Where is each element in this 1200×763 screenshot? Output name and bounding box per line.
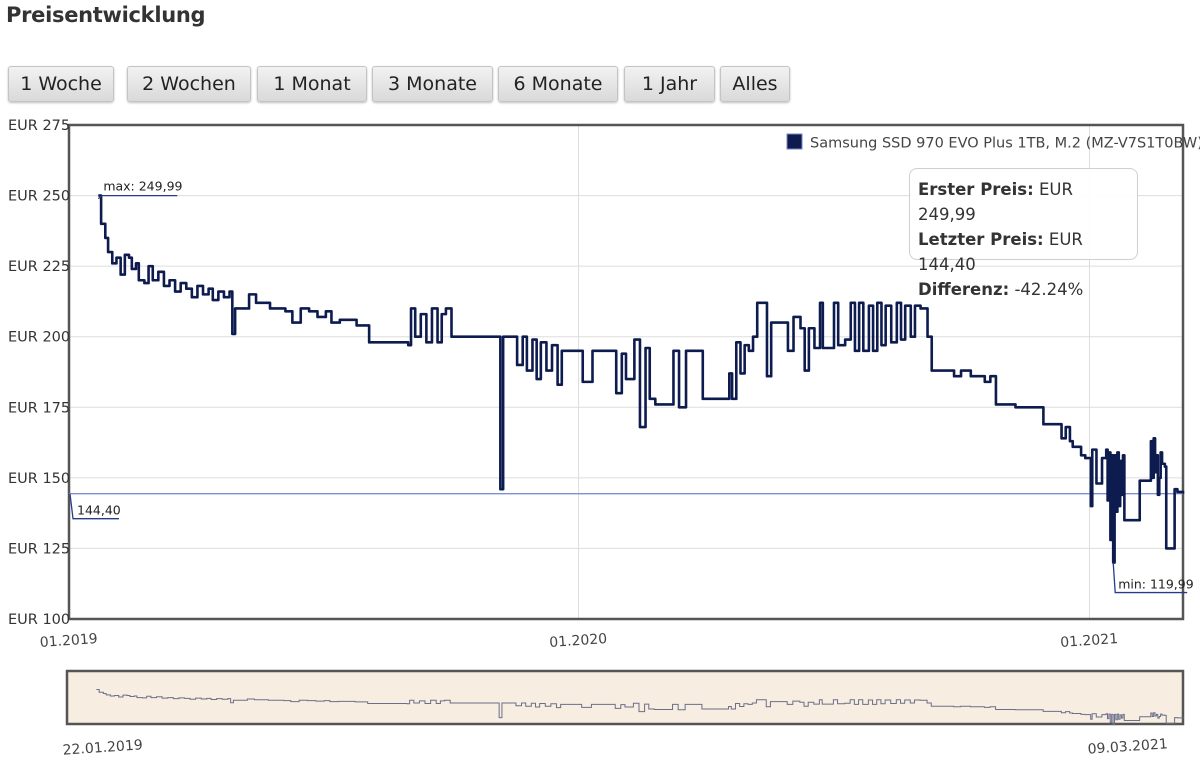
difference-value: -42.24%: [1014, 280, 1084, 299]
y-tick-label: EUR 150: [8, 471, 70, 487]
legend-swatch: [786, 133, 803, 150]
navigator-start-label: 22.01.2019: [62, 737, 143, 759]
difference-row: Differenz: -42.24%: [918, 277, 1129, 302]
legend-series-label: Samsung SSD 970 EVO Plus 1TB, M.2 (MZ-V7…: [810, 136, 1200, 152]
max-annotation-label: max: 249,99: [103, 179, 182, 194]
y-tick-label: EUR 100: [8, 612, 70, 628]
min-annotation-label: min: 119,99: [1118, 577, 1194, 592]
price-chart: EUR 100 EUR 125 EUR 150 EUR 175 EUR 200 EUR 2…: [8, 118, 1200, 759]
navigator[interactable]: 22.01.2019 09.03.2021: [62, 669, 1185, 759]
y-tick-label: EUR 200: [8, 330, 70, 346]
y-tick-label: EUR 125: [8, 541, 70, 557]
first-price-row: Erster Preis: EUR 249,99: [918, 177, 1129, 227]
last-price-label: Letzter Preis:: [918, 230, 1044, 249]
first-price-label: Erster Preis:: [918, 180, 1034, 199]
y-tick-label: EUR 275: [8, 118, 70, 134]
x-tick-label: 01.2020: [549, 631, 608, 651]
y-tick-label: EUR 225: [8, 259, 70, 275]
navigator-frame[interactable]: [65, 669, 1185, 726]
x-tick-label: 01.2021: [1060, 631, 1119, 651]
last-price-row: Letzter Preis: EUR 144,40: [918, 227, 1129, 277]
y-tick-label: EUR 250: [8, 189, 70, 205]
navigator-end-label: 09.03.2021: [1087, 736, 1168, 758]
x-tick-label: 01.2019: [39, 631, 98, 651]
legend[interactable]: Samsung SSD 970 EVO Plus 1TB, M.2 (MZ-V7…: [786, 133, 1200, 152]
y-tick-label: EUR 175: [8, 400, 70, 416]
last-price-annotation-label: 144,40: [77, 503, 121, 518]
difference-label: Differenz:: [918, 280, 1010, 299]
max-annotation-connector: [97, 194, 178, 200]
price-summary-box: Erster Preis: EUR 249,99 Letzter Preis: …: [909, 168, 1138, 299]
